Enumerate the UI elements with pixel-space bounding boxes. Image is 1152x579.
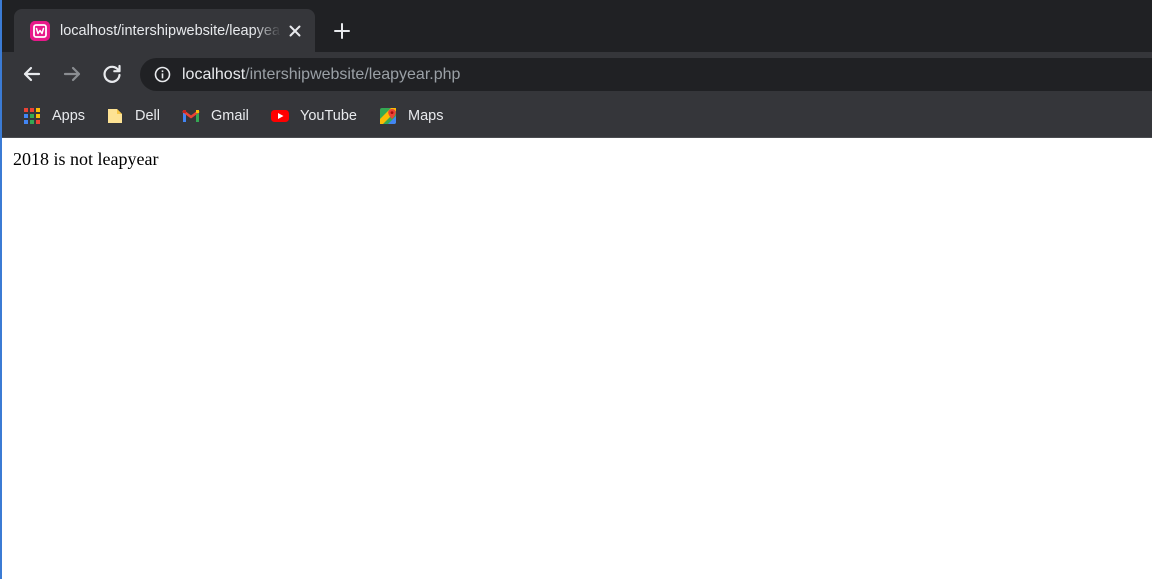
arrow-right-icon: [63, 66, 81, 82]
arrow-left-icon: [23, 66, 41, 82]
bookmark-label: Maps: [408, 108, 444, 124]
new-tab-button[interactable]: [330, 19, 354, 43]
bookmark-gmail[interactable]: Gmail: [182, 104, 249, 128]
maps-icon: [379, 107, 397, 125]
page-viewport: 2018 is not leapyear: [2, 138, 1152, 579]
address-url: localhost/intershipwebsite/leapyear.php: [182, 64, 460, 85]
gmail-icon: [182, 107, 200, 125]
browser-toolbar: localhost/intershipwebsite/leapyear.php: [2, 52, 1152, 96]
plus-icon: [334, 23, 350, 39]
url-host: localhost: [182, 66, 246, 83]
tab-title: localhost/intershipwebsite/leapyear.php: [60, 23, 281, 39]
bookmark-apps[interactable]: Apps: [23, 104, 85, 128]
bookmark-maps[interactable]: Maps: [379, 104, 443, 128]
page-output-text: 2018 is not leapyear: [13, 149, 159, 169]
address-bar[interactable]: localhost/intershipwebsite/leapyear.php: [140, 58, 1152, 91]
bookmarks-bar: Apps Dell Gmail YouTube Maps: [2, 96, 1152, 137]
browser-tab-active[interactable]: localhost/intershipwebsite/leapyear.php: [14, 9, 315, 52]
bookmark-label: Apps: [52, 108, 86, 124]
folder-icon: [106, 107, 124, 125]
info-icon[interactable]: [154, 66, 171, 83]
bookmark-label: Gmail: [211, 108, 249, 124]
reload-button[interactable]: [99, 61, 125, 87]
tab-strip: localhost/intershipwebsite/leapyear.php: [2, 0, 1152, 52]
wamp-server-icon: [30, 21, 50, 41]
close-tab-icon[interactable]: [285, 21, 305, 41]
browser-window: localhost/intershipwebsite/leapyear.php: [0, 0, 1152, 579]
forward-button[interactable]: [59, 61, 85, 87]
bookmark-label: Dell: [135, 108, 160, 124]
reload-icon: [103, 64, 121, 83]
bookmark-dell[interactable]: Dell: [106, 104, 160, 128]
bookmark-label: YouTube: [300, 108, 357, 124]
back-button[interactable]: [19, 61, 45, 87]
youtube-icon: [271, 107, 289, 125]
url-path: /intershipwebsite/leapyear.php: [245, 66, 461, 83]
apps-grid-icon: [23, 107, 41, 125]
bookmark-youtube[interactable]: YouTube: [271, 104, 357, 128]
